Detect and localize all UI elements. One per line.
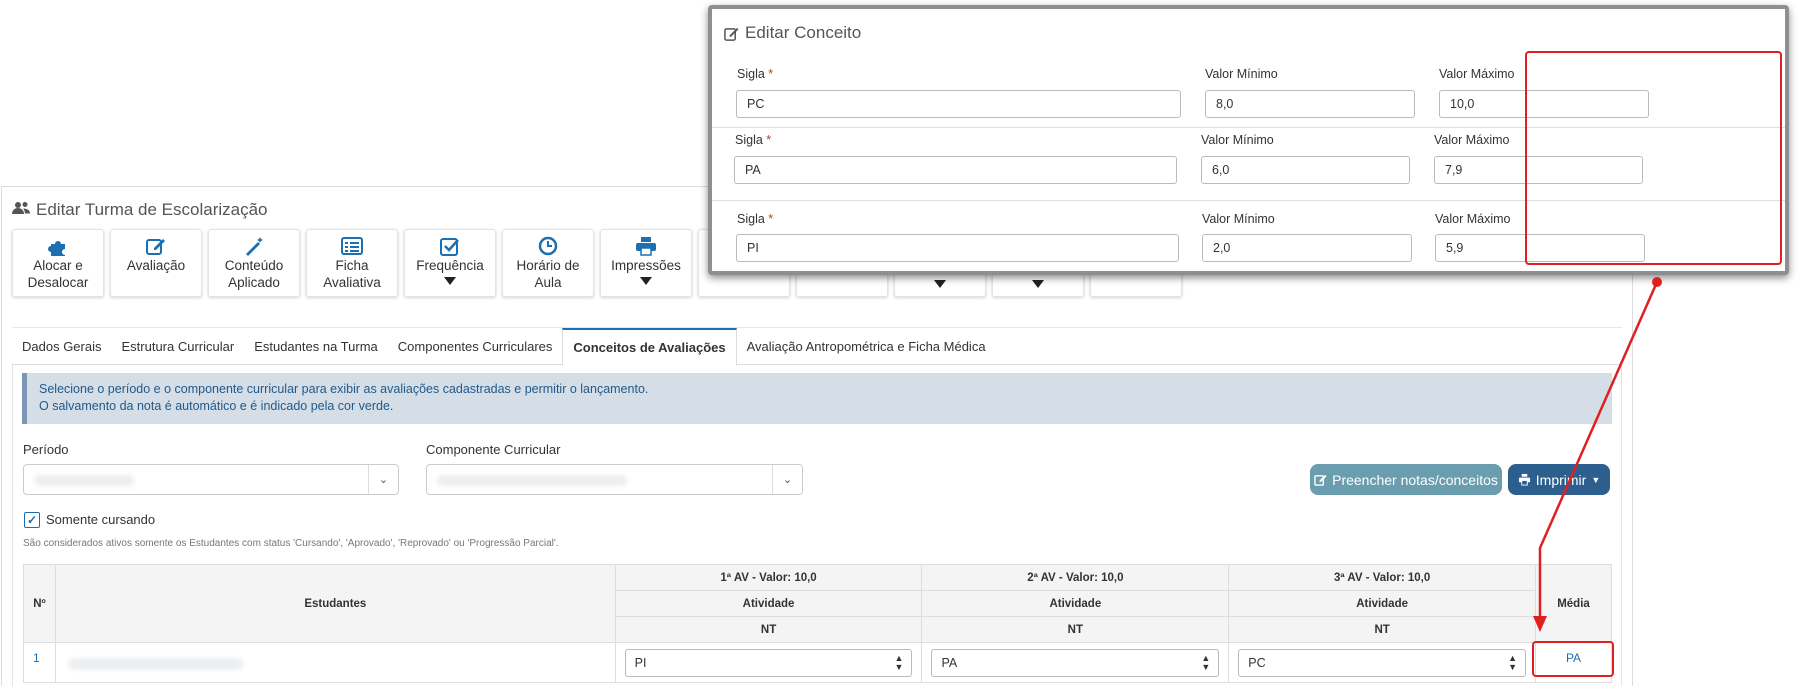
screenshot-stage: Editar Turma de Escolarização Alocar e D… [0,0,1798,686]
arrow-head-icon [1533,616,1547,632]
arrow-line [1538,281,1659,618]
annotation-arrow [1533,277,1662,632]
